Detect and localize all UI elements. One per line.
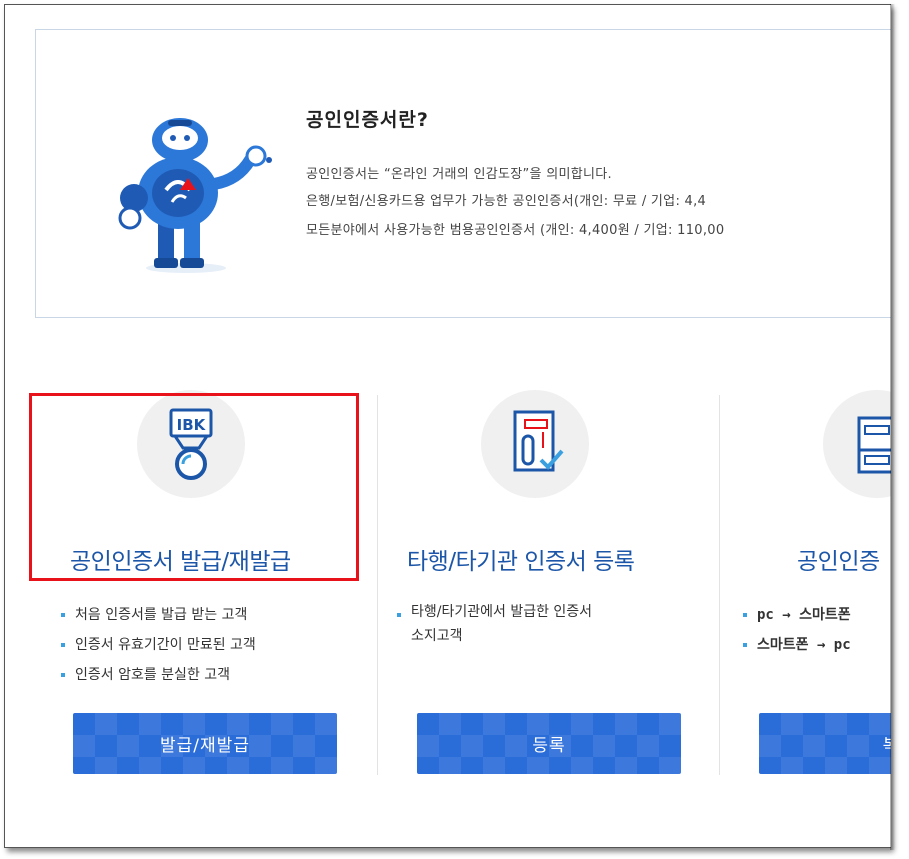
register-icon-bg [481, 390, 589, 498]
certificate-copy-icon [857, 416, 891, 474]
list-item: 스마트폰 → pc [743, 630, 851, 660]
highlight-box [29, 393, 359, 581]
card-title: 타행/타기관 인증서 등록 [407, 549, 635, 575]
issue-reissue-button[interactable]: 발급/재발급 [73, 713, 337, 774]
card-register: 타행/타기관 인증서 등록 타행/타기관에서 발급한 인증서 소지고객 등록 [385, 390, 715, 790]
intro-line-3: 모든분야에서 사용가능한 범용공인인증서 (개인: 4,400원 / 기업: 1… [306, 223, 725, 238]
card-title: 공인인증 [797, 549, 880, 575]
list-item: 타행/타기관에서 발급한 인증서 소지고객 [397, 600, 592, 648]
register-button[interactable]: 등록 [417, 713, 681, 774]
list-item: 인증서 유효기간이 만료된 고객 [61, 630, 256, 660]
bullet-list: pc → 스마트폰 스마트폰 → pc [743, 600, 851, 660]
intro-box: 공인인증서란? 공인인증서는 “온라인 거래의 인감도장”을 의미합니다. 은행… [35, 29, 891, 318]
bullet-list: 처음 인증서를 발급 받는 고객 인증서 유효기간이 만료된 고객 인증서 암호… [61, 600, 256, 690]
card-copy: 공인인증 pc → 스마트폰 스마트폰 → pc 복 [727, 390, 891, 790]
mascot-illustration [118, 118, 272, 273]
column-divider [377, 395, 378, 775]
intro-line-1: 공인인증서는 “온라인 거래의 인감도장”을 의미합니다. [306, 167, 612, 182]
column-divider [719, 395, 720, 775]
certificate-register-icon [513, 410, 564, 472]
list-item: pc → 스마트폰 [743, 600, 851, 630]
list-item: 인증서 암호를 분실한 고객 [61, 660, 256, 690]
list-item: 처음 인증서를 발급 받는 고객 [61, 600, 256, 630]
intro-line-2: 은행/보험/신용카드용 업무가 가능한 공인인증서(개인: 무료 / 기업: 4… [306, 194, 707, 209]
bullet-list: 타행/타기관에서 발급한 인증서 소지고객 [397, 600, 592, 648]
page-frame: 공인인증서란? 공인인증서는 “온라인 거래의 인감도장”을 의미합니다. 은행… [4, 4, 891, 848]
frame-shadow [890, 4, 895, 850]
intro-title: 공인인증서란? [306, 109, 429, 131]
copy-icon-bg [823, 390, 891, 498]
copy-button[interactable]: 복 [759, 713, 891, 774]
